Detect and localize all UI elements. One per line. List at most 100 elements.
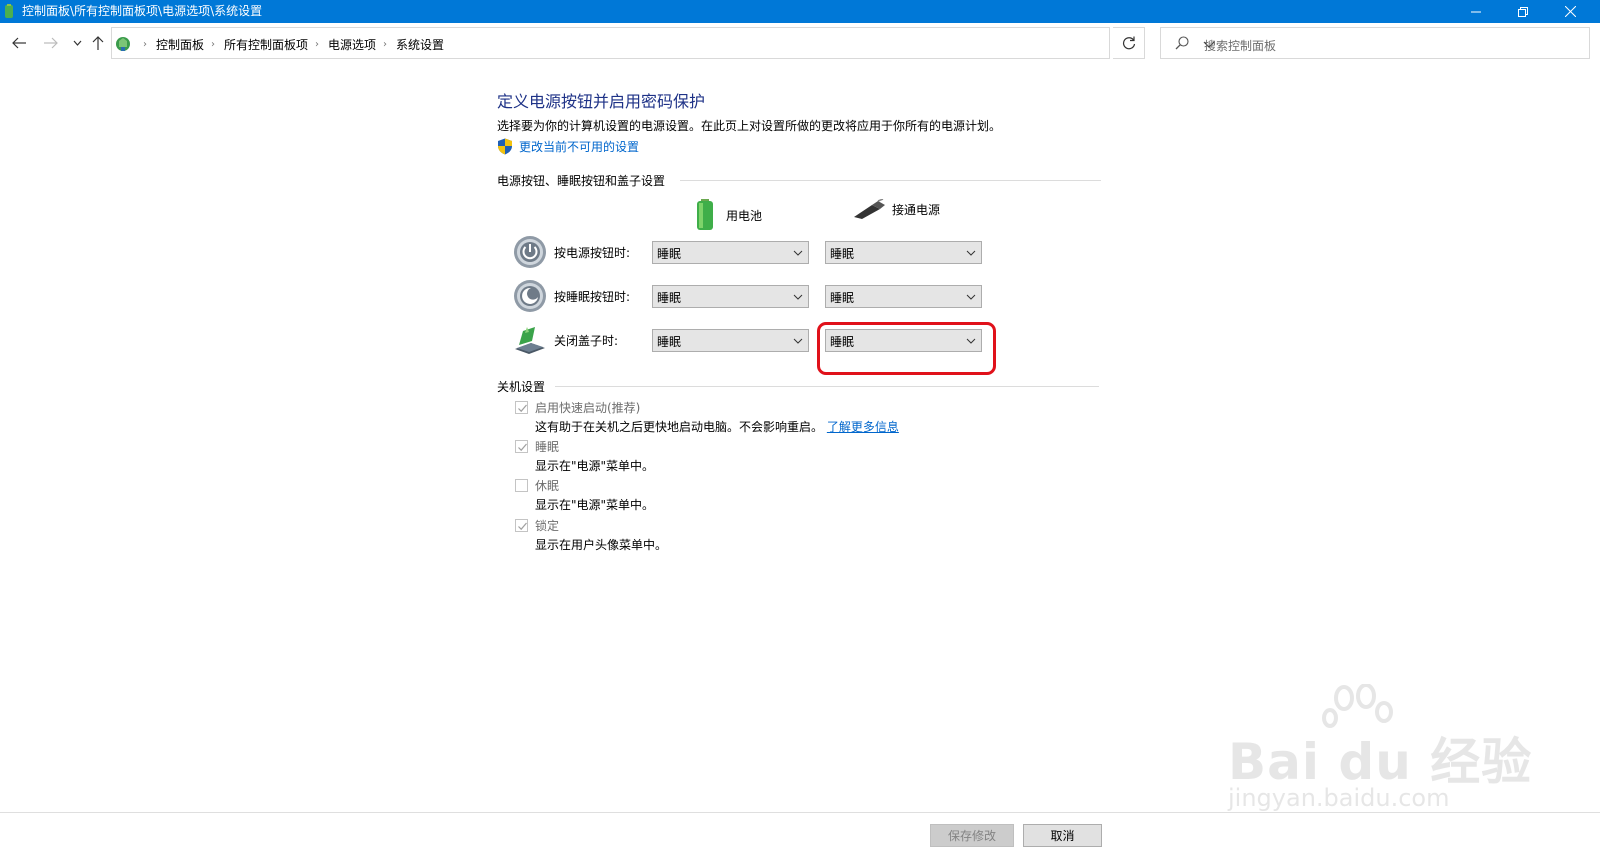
section-heading-buttons-label: 电源按钮、睡眠按钮和盖子设置 [497,174,666,188]
power-button-label: 按电源按钮时: [554,245,631,260]
control-panel-icon [5,4,13,18]
chevron-down-icon [73,40,81,46]
change-unavailable-settings-link[interactable]: 更改当前不可用的设置 [497,138,639,155]
restore-icon [1518,6,1528,17]
refresh-icon [1122,36,1135,50]
column-battery: 用电池 [694,199,762,231]
section-divider [555,386,1099,387]
sleep-label: 睡眠 [535,440,560,454]
watermark-url: jingyan.baidu.com [1228,784,1450,812]
search-input[interactable]: 搜索控制面板 [1160,27,1590,59]
sleep-description: 显示在"电源"菜单中。 [535,459,655,473]
checkmark-icon [518,522,527,531]
power-button-setting-row: 按电源按钮时: [513,235,650,269]
sleep-checkbox[interactable] [515,440,528,453]
refresh-button[interactable] [1113,27,1145,59]
lid-close-battery-select[interactable]: 睡眠 [652,329,809,352]
breadcrumb-all-items[interactable]: 所有控制面板项 [224,36,308,53]
title-bar: 控制面板\所有控制面板项\电源选项\系统设置 [0,0,1600,23]
arrow-up-icon [92,36,104,50]
sleep-button-label: 按睡眠按钮时: [554,289,631,304]
uac-shield-icon [498,138,512,155]
power-button-icon [514,236,546,268]
chevron-down-icon [966,294,976,300]
navigation-bar: › 控制面板 › 所有控制面板项 › 电源选项 › 系统设置 搜索控制面板 [0,23,1600,64]
chevron-right-icon: › [315,39,320,50]
fast-startup-checkbox-row[interactable]: 启用快速启动(推荐) [515,399,640,416]
column-battery-label: 用电池 [726,208,763,223]
sleep-checkbox-row[interactable]: 睡眠 [515,438,559,455]
checkmark-icon [518,404,527,413]
footer-divider [0,812,1600,813]
page-description: 选择要为你的计算机设置的电源设置。在此页上对设置所做的更改将应用于你所有的电源计… [497,119,1002,133]
lock-checkbox-row[interactable]: 锁定 [515,517,559,534]
close-icon [1564,6,1576,17]
laptop-lid-icon [515,327,545,354]
checkmark-icon [518,443,527,452]
breadcrumb-system-settings[interactable]: 系统设置 [396,36,444,53]
close-button[interactable] [1547,0,1593,23]
section-heading-buttons: 电源按钮、睡眠按钮和盖子设置 [497,172,1101,189]
restore-button[interactable] [1500,0,1546,23]
sleep-button-battery-select[interactable]: 睡眠 [652,285,809,308]
hibernate-description: 显示在"电源"菜单中。 [535,498,655,512]
chevron-down-icon [793,250,803,256]
battery-icon [697,199,713,230]
arrow-right-icon [44,37,58,49]
search-placeholder: 搜索控制面板 [1204,39,1277,53]
sleep-button-setting-row: 按睡眠按钮时: [513,279,650,313]
lid-close-setting-row: 关闭盖子时: [513,323,650,357]
lock-description: 显示在用户头像菜单中。 [535,538,668,552]
select-value: 睡眠 [657,247,682,261]
cancel-button[interactable]: 取消 [1023,824,1102,847]
arrow-left-icon [12,37,26,49]
highlight-annotation [817,322,996,375]
select-value: 睡眠 [830,291,855,305]
address-bar[interactable]: › 控制面板 › 所有控制面板项 › 电源选项 › 系统设置 [111,27,1215,59]
learn-more-link[interactable]: 了解更多信息 [827,420,899,434]
sleep-button-icon [514,280,546,312]
section-heading-shutdown: 关机设置 [497,378,1099,395]
chevron-right-icon: › [211,39,216,50]
section-heading-shutdown-label: 关机设置 [497,380,546,394]
chevron-down-icon [966,250,976,256]
select-value: 睡眠 [657,291,682,305]
save-changes-button[interactable]: 保存修改 [930,824,1014,847]
minimize-icon [1471,11,1481,12]
back-button[interactable] [9,33,29,53]
lid-close-label: 关闭盖子时: [554,333,619,348]
column-plugged-in: 接通电源 [852,199,940,219]
chevron-down-icon [793,294,803,300]
breadcrumb: › 控制面板 › 所有控制面板项 › 电源选项 › 系统设置 [136,36,444,53]
window-title: 控制面板\所有控制面板项\电源选项\系统设置 [22,4,263,18]
fast-startup-description: 这有助于在关机之后更快地启动电脑。不会影响重启。 了解更多信息 [535,418,899,435]
lock-checkbox[interactable] [515,519,528,532]
power-button-plugged-select[interactable]: 睡眠 [825,241,982,264]
fast-startup-description-text: 这有助于在关机之后更快地启动电脑。不会影响重启。 [535,420,824,434]
breadcrumb-control-panel[interactable]: 控制面板 [156,36,204,53]
baidu-watermark: Bai du 经验 jingyan.baidu.com [1226,684,1531,824]
lock-label: 锁定 [535,519,560,533]
sleep-button-plugged-select[interactable]: 睡眠 [825,285,982,308]
column-plugged-label: 接通电源 [892,202,941,217]
minimize-button[interactable] [1453,0,1499,23]
hibernate-checkbox-row[interactable]: 休眠 [515,477,559,494]
recent-locations-button[interactable] [67,33,87,53]
select-value: 睡眠 [657,335,682,349]
hibernate-label: 休眠 [535,479,560,493]
breadcrumb-power-options[interactable]: 电源选项 [328,36,376,53]
section-divider [680,180,1101,181]
fast-startup-checkbox[interactable] [515,401,528,414]
change-settings-link-text[interactable]: 更改当前不可用的设置 [519,138,639,155]
hibernate-checkbox[interactable] [515,479,528,492]
select-value: 睡眠 [830,247,855,261]
chevron-right-icon: › [383,39,388,50]
power-button-battery-select[interactable]: 睡眠 [652,241,809,264]
up-button[interactable] [88,33,108,53]
forward-button[interactable] [41,33,61,53]
control-panel-icon [116,37,130,51]
power-plug-icon [854,199,885,219]
chevron-right-icon: › [143,39,147,50]
search-icon [1175,36,1189,50]
chevron-down-icon [793,338,803,344]
